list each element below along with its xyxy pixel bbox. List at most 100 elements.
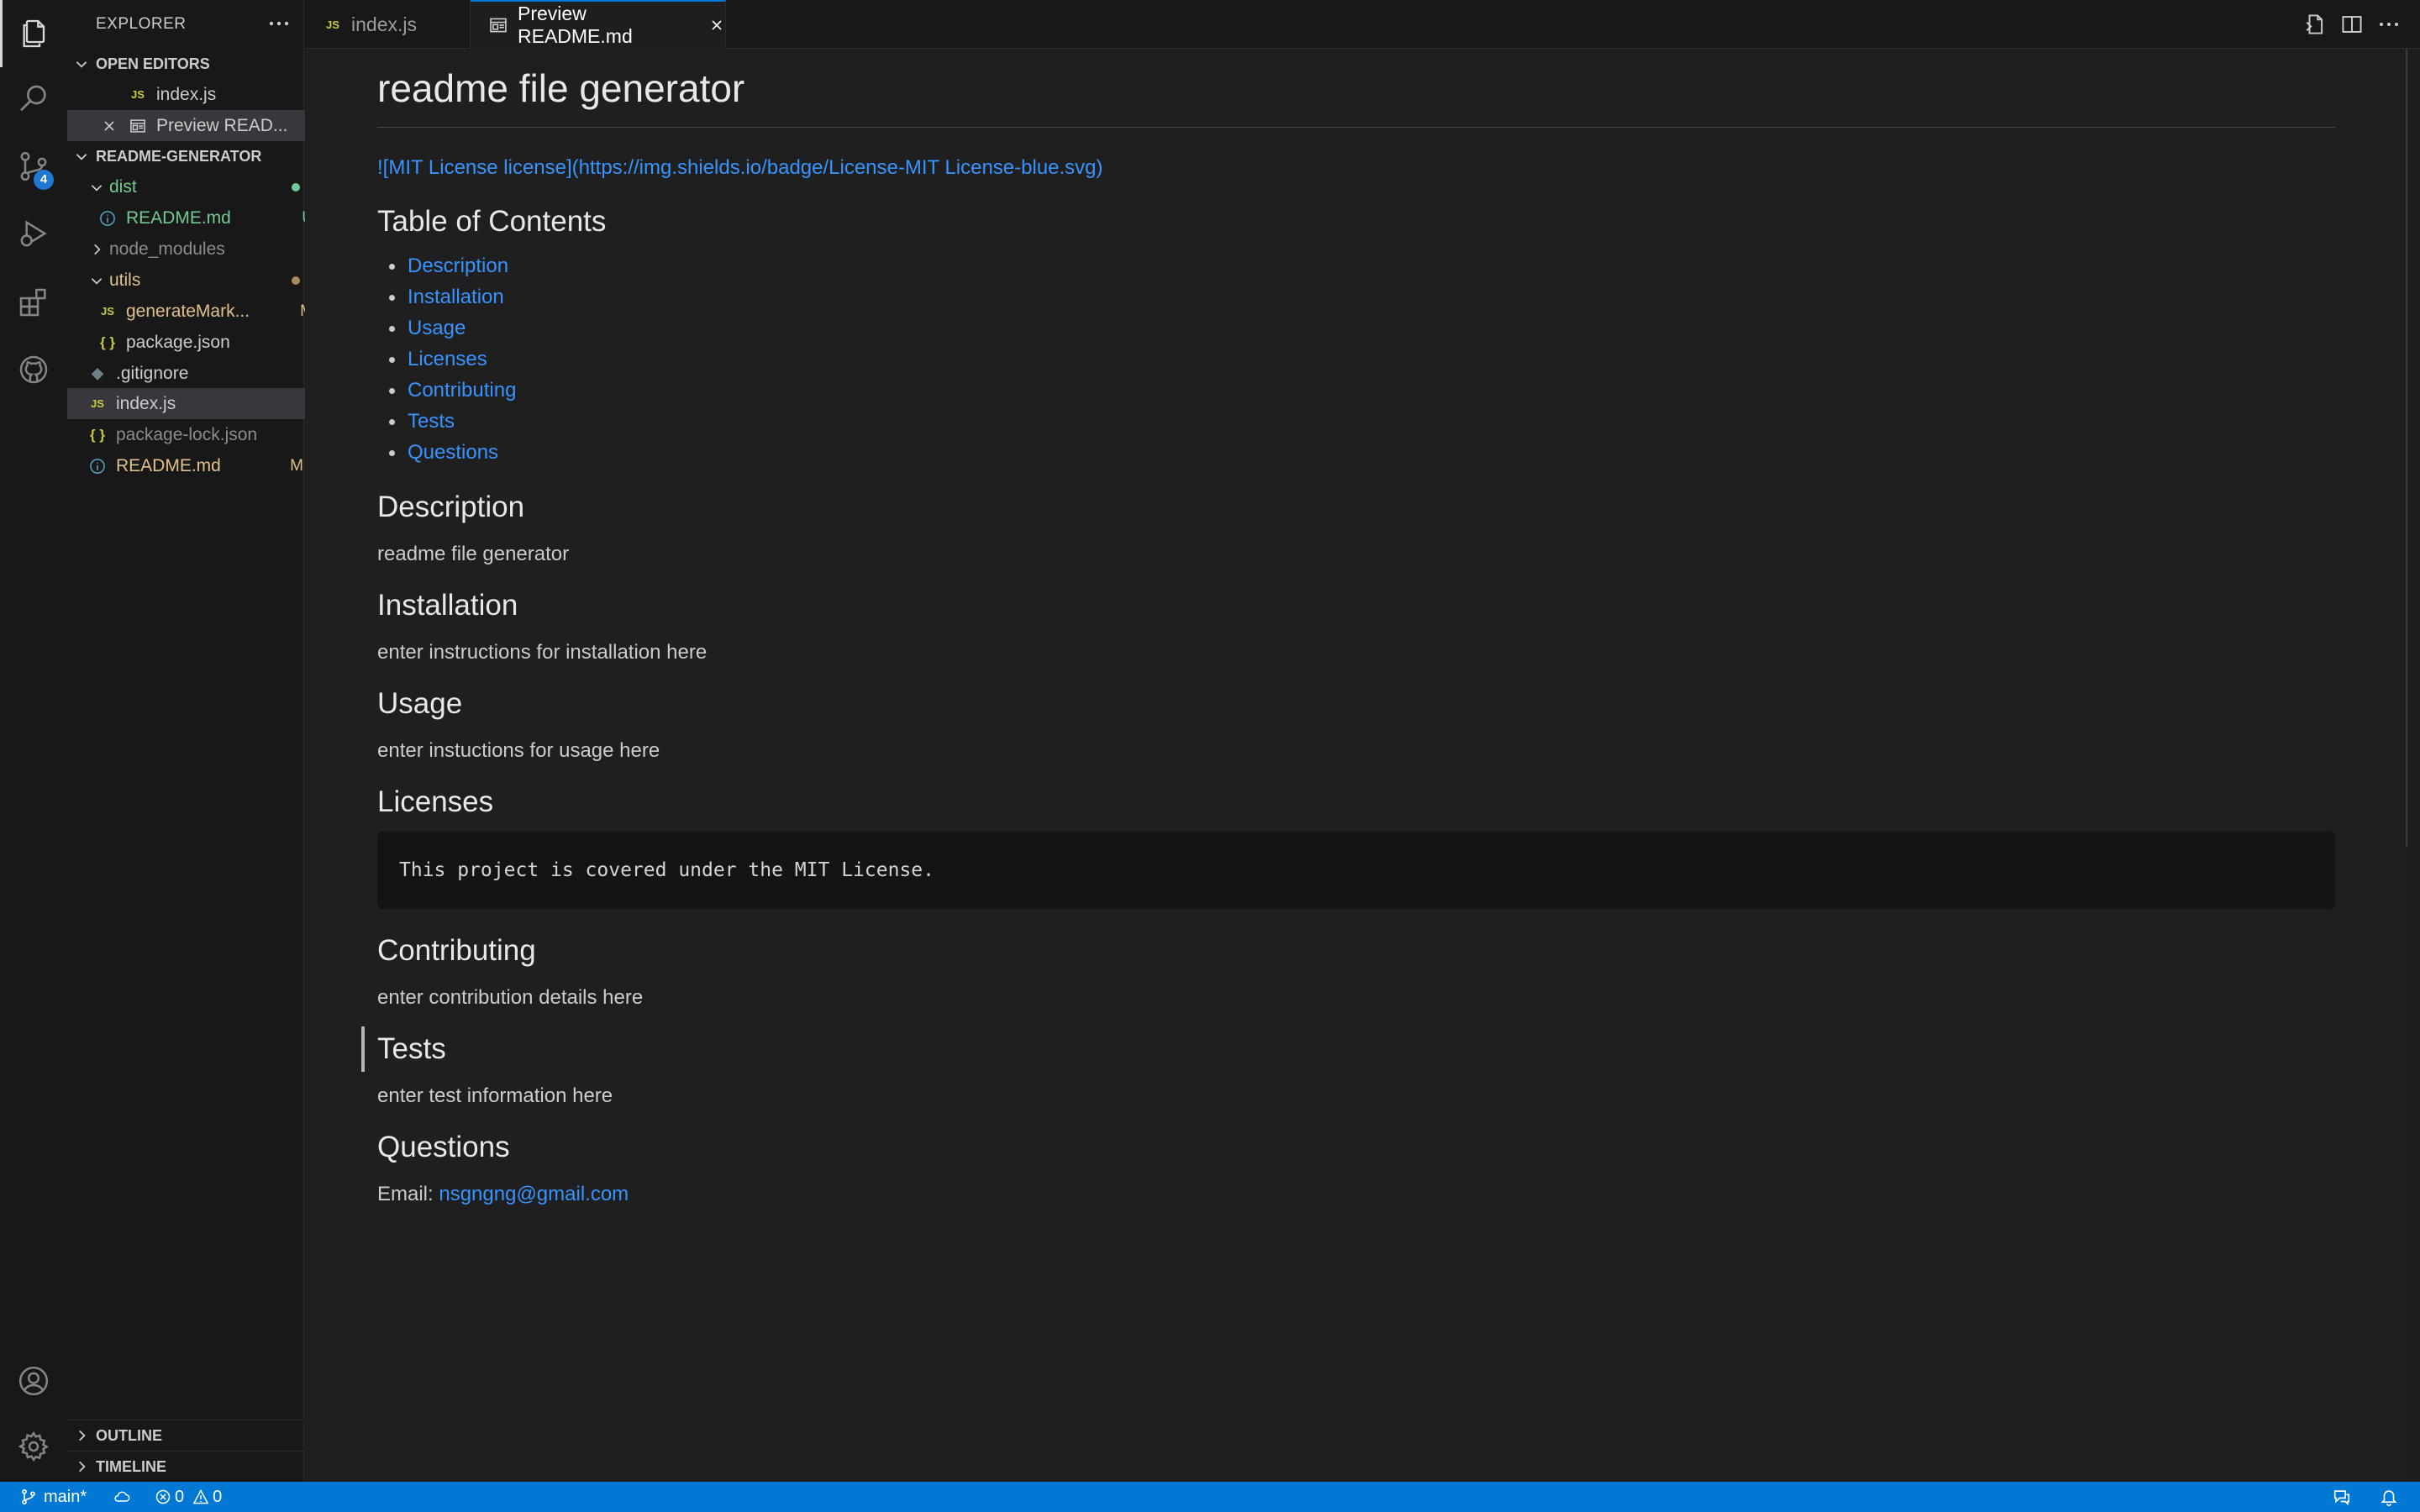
license-badge-link[interactable]: ![MIT License license](https://img.shiel…	[377, 156, 1103, 180]
tab-index-js[interactable]: JS index.js	[304, 0, 471, 49]
sync-button[interactable]	[113, 1482, 131, 1512]
file-package-lock-json[interactable]: { } package-lock.json	[67, 419, 325, 450]
file-index-js[interactable]: JS index.js	[67, 388, 325, 419]
branch-indicator[interactable]: main*	[20, 1482, 87, 1512]
manage-button[interactable]	[0, 1413, 67, 1480]
markdown-preview: readme file generator ![MIT License lice…	[305, 49, 2407, 1482]
list-item: Contributing	[388, 375, 516, 406]
toc-list: Description Installation Usage Licenses …	[377, 250, 516, 468]
github-button[interactable]	[0, 336, 67, 403]
file-label: .gitignore	[116, 363, 189, 383]
folder-utils[interactable]: utils	[67, 265, 325, 296]
problems-indicator[interactable]: 0 0	[155, 1482, 222, 1512]
contributing-heading: Contributing	[377, 934, 536, 967]
open-editors-header[interactable]: OPEN EDITORS	[67, 49, 304, 79]
file-dist-readme[interactable]: README.md U	[67, 202, 335, 234]
source-control-badge: 4	[34, 170, 54, 190]
more-actions-button[interactable]	[262, 8, 296, 39]
email-link[interactable]: nsgngng@gmail.com	[439, 1183, 629, 1205]
git-branch-icon	[22, 1488, 35, 1505]
licenses-heading: Licenses	[377, 785, 494, 818]
list-item: Installation	[388, 281, 516, 312]
source-control-button[interactable]: 4	[0, 133, 67, 200]
activity-bar: 4	[0, 0, 68, 1482]
branch-name: main*	[44, 1487, 87, 1506]
folder-dist[interactable]: dist	[67, 171, 325, 202]
chevron-right-icon	[79, 1430, 86, 1441]
toc-link-contributing[interactable]: Contributing	[408, 379, 516, 402]
folder-label: node_modules	[109, 239, 225, 259]
open-editor-label: Preview READ...	[156, 115, 288, 135]
list-item: Questions	[388, 437, 516, 468]
project-label: README-GENERATOR	[96, 147, 262, 165]
gear-icon	[17, 1430, 50, 1463]
installation-heading: Installation	[377, 589, 518, 622]
json-file-icon: { }	[100, 333, 115, 350]
feedback-button[interactable]	[2333, 1482, 2351, 1512]
open-editor-item-preview[interactable]: Preview READ...	[67, 110, 339, 141]
search-button[interactable]	[0, 66, 67, 133]
explorer-button[interactable]	[0, 0, 67, 67]
files-icon	[18, 17, 52, 50]
file-label: package.json	[126, 332, 230, 352]
toc-link-tests[interactable]: Tests	[408, 410, 455, 433]
license-code-text: This project is covered under the MIT Li…	[399, 859, 934, 881]
open-editor-label: index.js	[156, 84, 217, 104]
contributing-text: enter contribution details here	[377, 986, 644, 1009]
info-icon	[89, 458, 106, 475]
close-tab-button[interactable]	[708, 16, 725, 34]
tests-text: enter test information here	[377, 1084, 613, 1107]
js-file-icon: JS	[131, 88, 145, 101]
file-root-readme[interactable]: README.md M	[67, 450, 325, 481]
list-item: Usage	[388, 312, 516, 344]
open-source-icon	[2306, 14, 2323, 34]
error-count: 0	[175, 1487, 185, 1506]
run-debug-button[interactable]	[0, 200, 67, 267]
git-status-modified: M	[290, 456, 303, 475]
toc-link-installation[interactable]: Installation	[408, 286, 504, 308]
toc-heading: Table of Contents	[377, 205, 607, 238]
file-generate-markdown[interactable]: JS generateMark... M	[67, 296, 335, 327]
editor-more-button[interactable]	[2375, 10, 2403, 39]
accounts-button[interactable]	[0, 1347, 67, 1415]
outline-header[interactable]: OUTLINE	[67, 1420, 304, 1451]
timeline-label: TIMELINE	[96, 1457, 166, 1475]
file-label: package-lock.json	[116, 424, 258, 444]
file-label: index.js	[116, 393, 176, 413]
toc-link-questions[interactable]: Questions	[408, 441, 498, 464]
split-editor-button[interactable]	[2338, 10, 2366, 39]
chevron-down-icon	[91, 184, 103, 192]
chevron-right-icon	[94, 244, 101, 255]
account-icon	[17, 1364, 50, 1398]
status-dot	[292, 276, 300, 285]
file-gitignore[interactable]: ◆ .gitignore	[67, 358, 325, 389]
installation-text: enter instructions for installation here	[377, 641, 708, 664]
timeline-header[interactable]: TIMELINE	[67, 1451, 304, 1482]
questions-heading: Questions	[377, 1131, 510, 1163]
info-icon	[99, 210, 116, 227]
file-label: generateMark...	[126, 301, 250, 321]
toc-link-description[interactable]: Description	[408, 255, 508, 277]
page-title: readme file generator	[377, 66, 745, 110]
close-icon[interactable]	[103, 119, 119, 133]
scrollbar-thumb[interactable]	[2406, 49, 2407, 847]
file-utils-package-json[interactable]: { } package.json	[67, 327, 335, 358]
questions-email-line: Email: nsgngng@gmail.com	[377, 1183, 629, 1206]
explorer-sidebar: EXPLORER OPEN EDITORS JS index.js Previe…	[67, 0, 339, 1482]
notifications-button[interactable]	[2380, 1482, 2398, 1512]
feedback-icon	[2333, 1490, 2350, 1506]
toc-link-licenses[interactable]: Licenses	[408, 348, 487, 370]
extensions-button[interactable]	[0, 269, 67, 336]
open-source-button[interactable]	[2301, 10, 2329, 39]
tab-preview-readme[interactable]: Preview README.md	[471, 0, 726, 49]
editor-tab-bar: JS index.js Preview README.md	[304, 0, 2420, 49]
usage-heading: Usage	[377, 687, 463, 720]
project-header[interactable]: README-GENERATOR	[67, 141, 304, 171]
toc-link-usage[interactable]: Usage	[408, 317, 466, 339]
tests-heading: Tests	[377, 1032, 446, 1065]
ellipsis-icon	[2380, 23, 2398, 26]
file-label: README.md	[116, 455, 221, 475]
chevron-down-icon	[91, 277, 103, 285]
folder-node-modules[interactable]: node_modules	[67, 234, 325, 265]
git-file-icon: ◆	[92, 365, 103, 381]
